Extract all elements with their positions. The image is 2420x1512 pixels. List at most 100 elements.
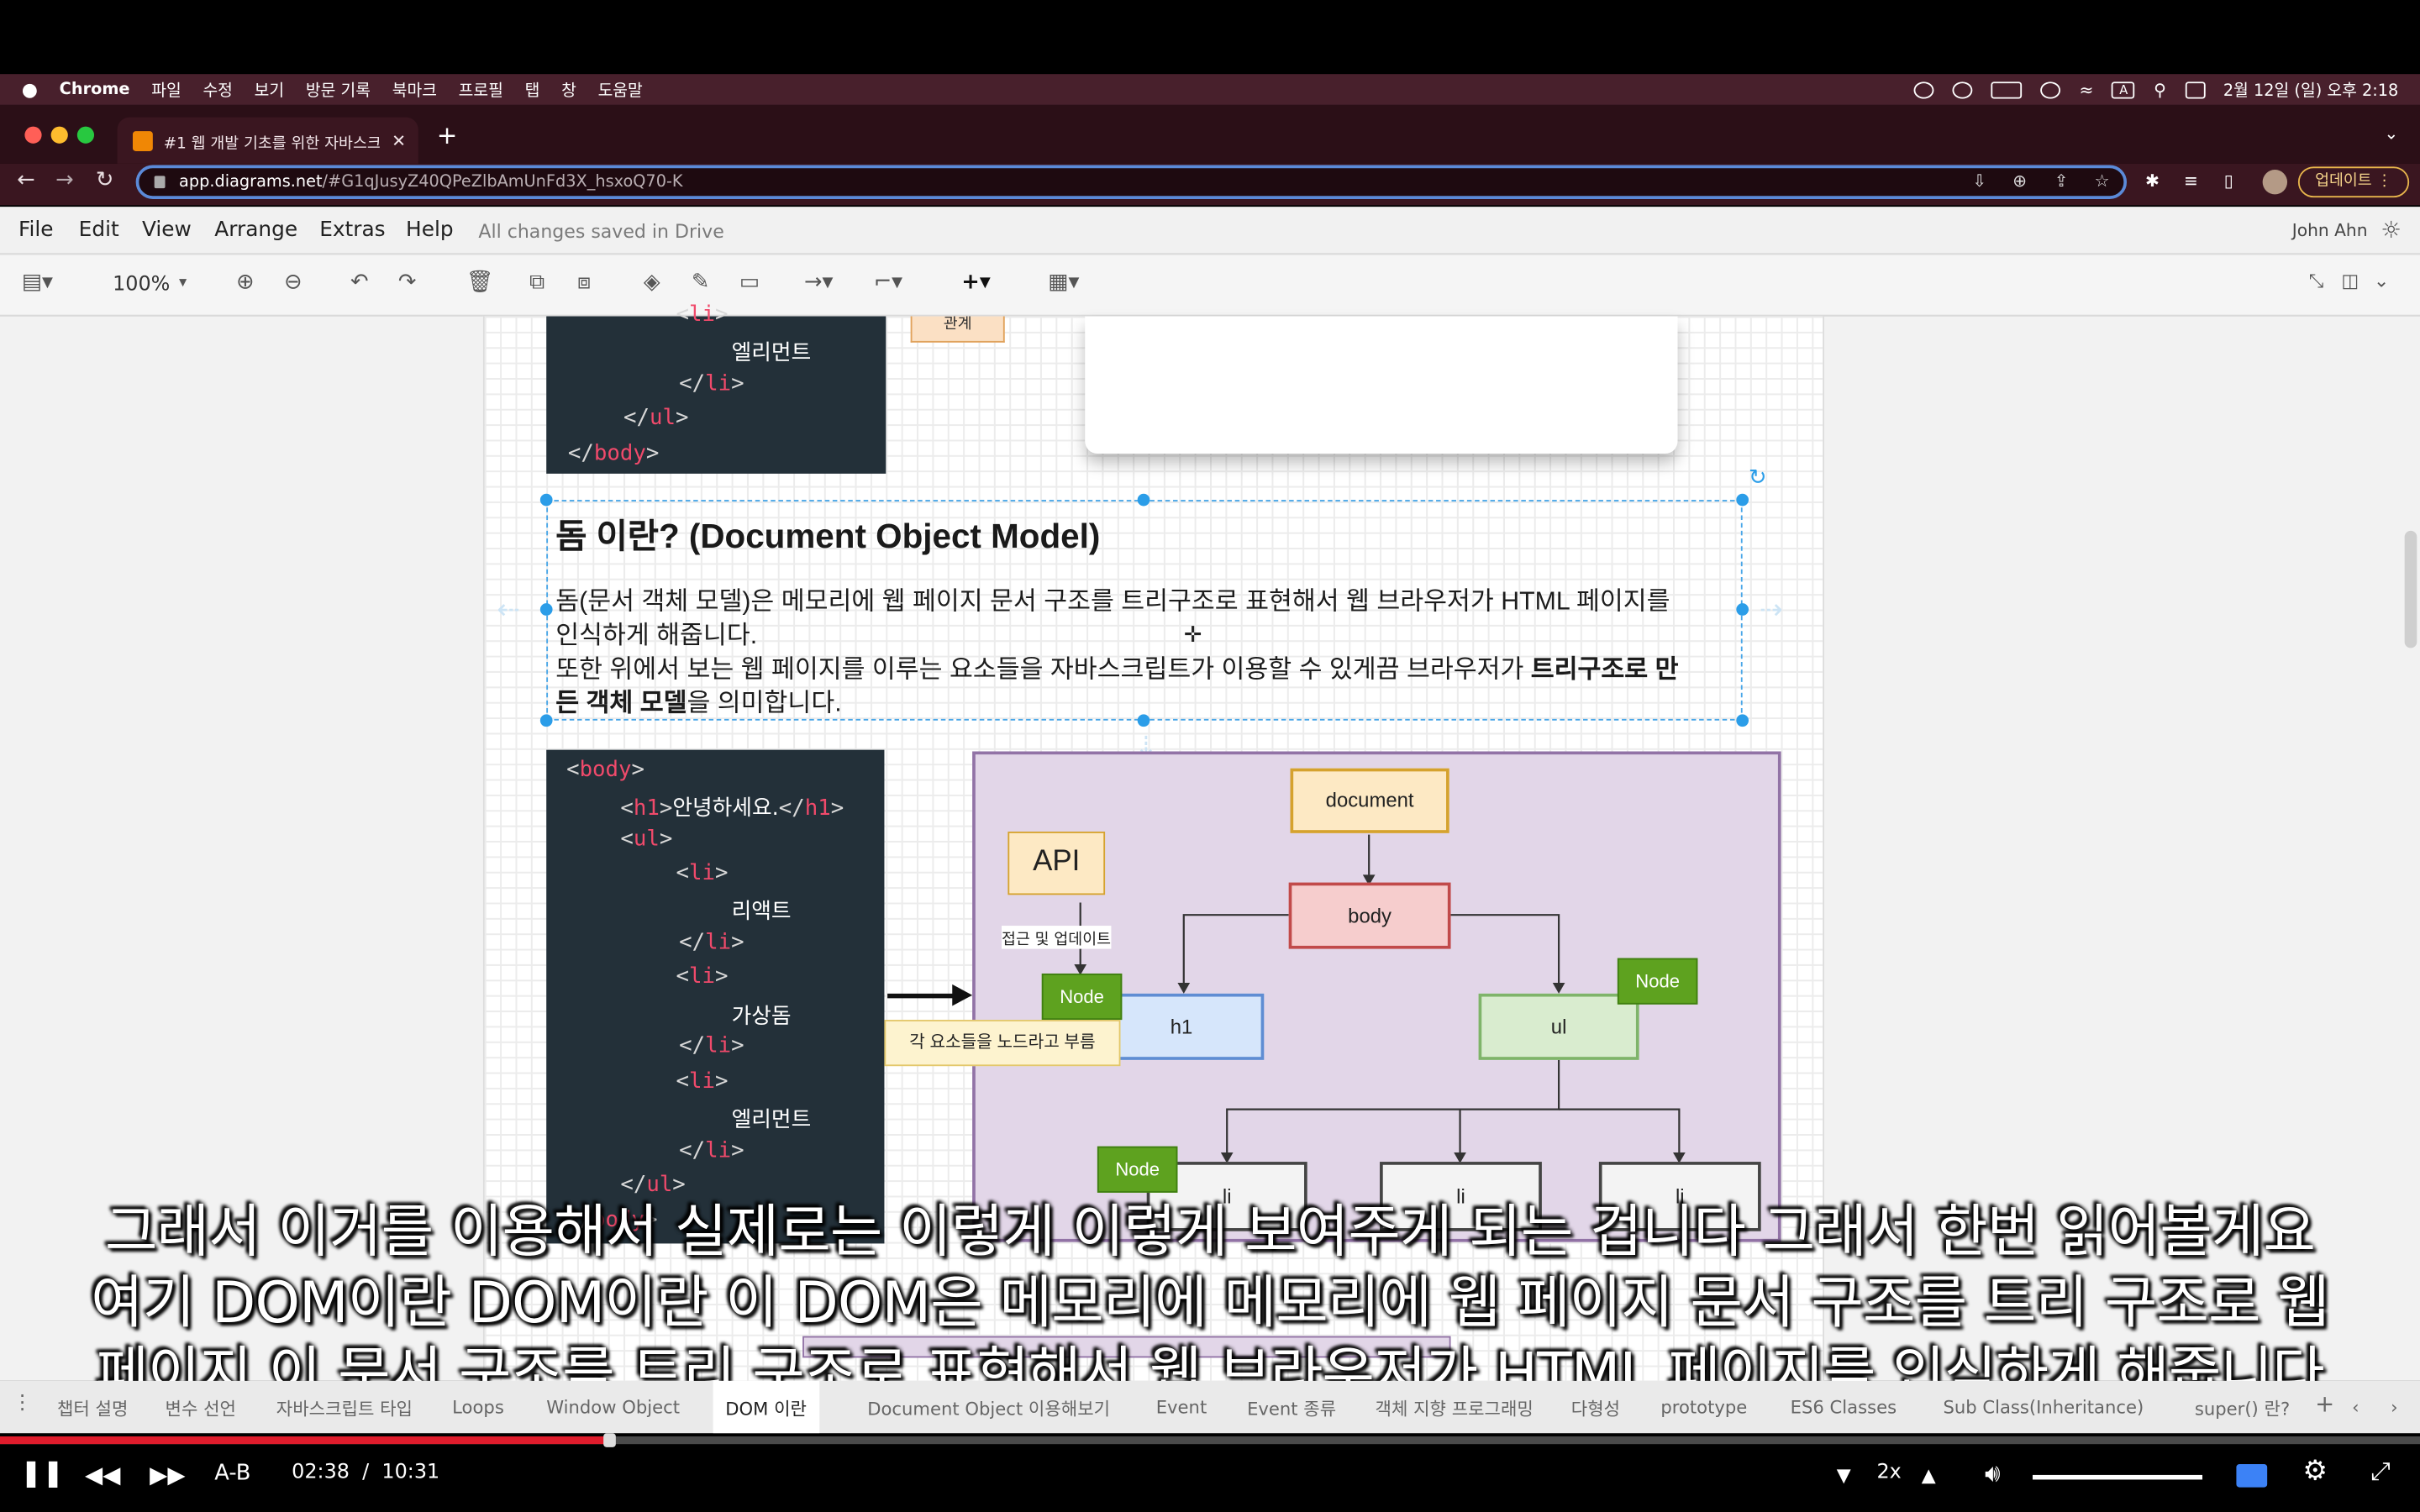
- to-back-icon[interactable]: ⧈: [577, 270, 591, 294]
- page-tab-11[interactable]: prototype: [1660, 1396, 1747, 1418]
- menu-arrange[interactable]: Arrange: [214, 218, 297, 242]
- video-progress-handle[interactable]: [602, 1433, 616, 1447]
- zoom-in-icon[interactable]: ⊕: [236, 270, 255, 294]
- battery-icon[interactable]: [1991, 81, 2023, 98]
- connection-icon[interactable]: →▾: [804, 270, 833, 294]
- page-tab-13[interactable]: Sub Class(Inheritance): [1943, 1396, 2144, 1418]
- subtitles-icon[interactable]: [2236, 1464, 2268, 1488]
- page-tab-2[interactable]: 자바스크립트 타입: [276, 1396, 413, 1420]
- wifi-icon[interactable]: ≈: [2080, 80, 2094, 100]
- rotate-handle-icon[interactable]: ↻: [1749, 466, 1767, 491]
- close-window-button[interactable]: [24, 126, 42, 144]
- minimize-window-button[interactable]: [50, 126, 68, 144]
- document-node[interactable]: document: [1290, 768, 1449, 833]
- table-icon[interactable]: ▦▾: [1048, 270, 1079, 294]
- scroll-tabs-right-icon[interactable]: ›: [2391, 1396, 2397, 1418]
- page-tab-10[interactable]: 다형성: [1571, 1396, 1620, 1420]
- format-panel-icon[interactable]: ▤▾: [22, 270, 53, 294]
- redo-icon[interactable]: ↷: [398, 270, 417, 294]
- menu-view[interactable]: View: [142, 218, 192, 242]
- speed-down-icon[interactable]: ▼: [1837, 1464, 1851, 1486]
- h1-node[interactable]: h1: [1098, 993, 1265, 1060]
- menu-file[interactable]: File: [18, 218, 53, 242]
- page-tab-5-active[interactable]: DOM 이란: [713, 1380, 819, 1434]
- input-source-icon[interactable]: A: [2112, 81, 2136, 98]
- lock-icon[interactable]: [154, 176, 166, 189]
- spotlight-icon[interactable]: ⚲: [2154, 80, 2166, 100]
- address-bar[interactable]: app.diagrams.net/#G1qJusyZ40QPeZlbAmUnFd…: [135, 165, 2128, 199]
- reload-icon[interactable]: ↻: [96, 168, 114, 192]
- rewind-icon[interactable]: ◀◀: [85, 1461, 120, 1488]
- page-tab-8[interactable]: Event 종류: [1247, 1396, 1336, 1420]
- save-status[interactable]: All changes saved in Drive: [478, 221, 723, 243]
- clone-right-arrow-icon[interactable]: ⇢: [1760, 594, 1783, 627]
- menu-edit[interactable]: Edit: [79, 218, 119, 242]
- delete-icon[interactable]: 🗑︎: [466, 270, 494, 294]
- fullscreen-icon[interactable]: ⤢: [2370, 1457, 2391, 1488]
- settings-icon[interactable]: ⚙: [2302, 1455, 2328, 1488]
- page-tab-7[interactable]: Event: [1156, 1396, 1207, 1418]
- zoom-window-button[interactable]: [76, 126, 95, 144]
- add-page-icon[interactable]: +: [2315, 1390, 2334, 1418]
- page-tab-3[interactable]: Loops: [452, 1396, 504, 1418]
- node-badge-h1[interactable]: Node: [1041, 973, 1123, 1021]
- install-app-icon[interactable]: ⇩: [1972, 171, 1986, 192]
- fast-forward-icon[interactable]: ▶▶: [150, 1461, 185, 1488]
- browser-tab-active[interactable]: #1 웹 개발 기초를 위한 자바스크립트 ✕: [117, 117, 418, 164]
- theme-icon[interactable]: ☼: [2381, 216, 2402, 244]
- speed-up-icon[interactable]: ▲: [1922, 1464, 1936, 1486]
- play-status-icon[interactable]: [2040, 81, 2061, 98]
- toggle-panel-icon[interactable]: ◫: [2341, 270, 2359, 291]
- resize-handle-sw[interactable]: [539, 714, 553, 727]
- volume-icon[interactable]: 🔊︎: [1985, 1458, 2001, 1489]
- html-code-block[interactable]: <body> <h1>안녕하세요.</h1> <ul> <li> 리액트 </l…: [546, 749, 885, 1244]
- resize-handle-ne[interactable]: [1736, 493, 1749, 507]
- collapse-icon[interactable]: ⌄: [2374, 270, 2389, 291]
- zoom-dropdown-icon[interactable]: ▾: [179, 275, 187, 291]
- resize-handle-nw[interactable]: [539, 493, 553, 507]
- undo-icon[interactable]: ↶: [350, 270, 369, 294]
- menubar-item-profiles[interactable]: 프로필: [459, 78, 503, 102]
- resize-handle-w[interactable]: [539, 603, 553, 616]
- control-center-icon[interactable]: [2184, 81, 2205, 98]
- scroll-tabs-left-icon[interactable]: ‹: [2352, 1396, 2359, 1418]
- profile-avatar[interactable]: [2262, 170, 2288, 195]
- api-node[interactable]: API: [1007, 832, 1106, 895]
- volume-slider[interactable]: [2032, 1474, 2203, 1480]
- share-icon[interactable]: ⇪: [2054, 171, 2069, 192]
- ul-node[interactable]: ul: [1478, 993, 1639, 1060]
- menubar-datetime[interactable]: 2월 12일 (일) 오후 2:18: [2223, 78, 2398, 102]
- menubar-item-view[interactable]: 보기: [255, 78, 285, 102]
- clone-left-arrow-icon[interactable]: ⇠: [497, 594, 520, 627]
- zoom-out-icon[interactable]: ⊖: [284, 270, 302, 294]
- page-tab-4[interactable]: Window Object: [546, 1396, 680, 1418]
- menubar-app-name[interactable]: Chrome: [60, 81, 130, 99]
- code-to-tree-arrow[interactable]: [887, 993, 959, 999]
- top-orange-label-shape[interactable]: 관계: [910, 316, 1005, 343]
- node-explanation-note[interactable]: 각 요소들을 노드라고 부름: [884, 1020, 1121, 1067]
- new-tab-icon[interactable]: +: [437, 120, 458, 150]
- update-button[interactable]: 업데이트 ⋮: [2297, 166, 2410, 198]
- back-icon[interactable]: ←: [17, 168, 35, 192]
- side-panel-icon[interactable]: ▯: [2224, 171, 2233, 192]
- top-code-block[interactable]: <li> 엘리먼트 </li> </ul> </body>: [546, 302, 886, 474]
- vertical-scrollbar[interactable]: [2404, 530, 2417, 648]
- user-menu[interactable]: John Ahn: [2292, 221, 2368, 241]
- close-tab-icon[interactable]: ✕: [392, 130, 406, 150]
- extensions-icon[interactable]: ✱: [2145, 171, 2160, 192]
- menu-help[interactable]: Help: [406, 218, 454, 242]
- menubar-item-history[interactable]: 방문 기록: [306, 78, 371, 102]
- record-icon[interactable]: [1914, 81, 1934, 98]
- menubar-item-tab[interactable]: 탭: [525, 78, 540, 102]
- page-tab-14[interactable]: super() 란?: [2195, 1396, 2290, 1420]
- pages-menu-icon[interactable]: ⋮: [13, 1392, 33, 1415]
- resize-handle-s[interactable]: [1137, 714, 1150, 727]
- zoom-level[interactable]: 100%: [113, 273, 170, 297]
- star-icon[interactable]: ☆: [2094, 171, 2109, 192]
- resize-handle-se[interactable]: [1736, 714, 1749, 727]
- reading-list-icon[interactable]: ≡: [2184, 171, 2198, 192]
- page-tab-12[interactable]: ES6 Classes: [1791, 1396, 1897, 1418]
- menubar-item-help[interactable]: 도움말: [598, 78, 643, 102]
- menubar-item-window[interactable]: 창: [561, 78, 576, 102]
- page-tab-9[interactable]: 객체 지향 프로그래밍: [1376, 1396, 1534, 1420]
